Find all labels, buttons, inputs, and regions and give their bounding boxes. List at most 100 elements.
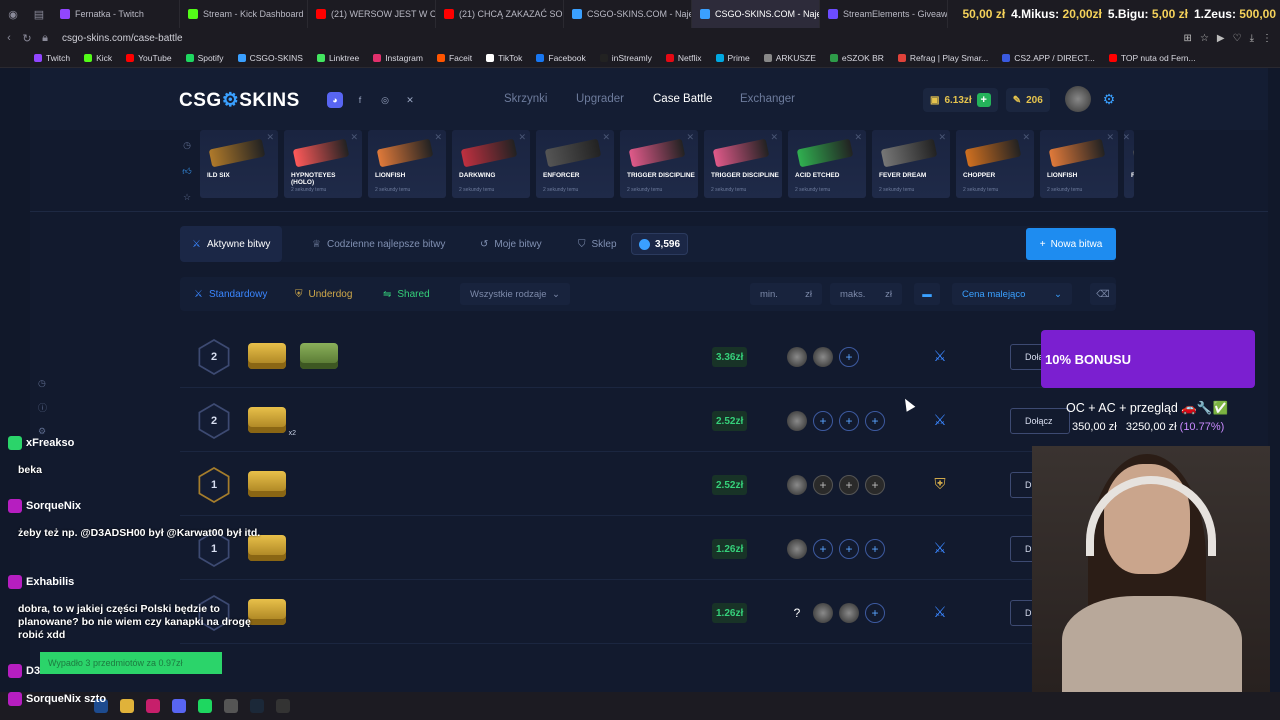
steam-icon[interactable] xyxy=(250,699,264,713)
new-battle-button[interactable]: + Nowa bitwa xyxy=(1026,228,1116,260)
power-icon[interactable] xyxy=(276,699,290,713)
close-icon[interactable]: ✕ xyxy=(518,132,526,143)
close-icon[interactable]: ✕ xyxy=(686,132,694,143)
bookmark-item[interactable]: Netflix xyxy=(665,53,702,63)
bookmark-item[interactable]: ARKUSZE xyxy=(763,53,816,63)
nav-case-battle[interactable]: Case Battle xyxy=(653,93,712,105)
join-slot-plus-icon[interactable]: + xyxy=(839,539,859,559)
battle-row[interactable]: 2 3.36zł + ⚔ Dołącz xyxy=(180,326,1116,388)
tab-daily-best[interactable]: ♕ Codzienne najlepsze bitwy xyxy=(300,226,457,262)
spotify-icon[interactable] xyxy=(198,699,212,713)
bookmark-item[interactable]: Spotify xyxy=(185,53,224,63)
close-icon[interactable]: ✕ xyxy=(350,132,358,143)
browser-tab[interactable]: Fernatka - Twitch xyxy=(52,0,180,28)
clock-icon[interactable]: ◷ xyxy=(183,140,191,151)
bookmark-star-icon[interactable]: ☆ xyxy=(1200,33,1209,44)
bookmark-item[interactable]: Twitch xyxy=(34,53,70,63)
browser-tab[interactable]: CSGO-SKINS.COM - Naje xyxy=(692,0,820,28)
bookmark-item[interactable]: Linktree xyxy=(316,53,359,63)
nav-skrzynki[interactable]: Skrzynki xyxy=(504,93,547,105)
join-slot-plus-icon[interactable]: + xyxy=(813,475,833,495)
drop-card[interactable]: ✕ ACID ETCHED 2 sekundy temu xyxy=(788,130,866,198)
drop-card[interactable]: ✕ LIONFISH 2 sekundy temu xyxy=(368,130,446,198)
close-icon[interactable]: ✕ xyxy=(1124,132,1130,143)
reload-icon[interactable]: ↻ xyxy=(18,32,36,45)
join-slot-plus-icon[interactable]: + xyxy=(865,411,885,431)
sort-select[interactable]: Cena malejąco ⌄ xyxy=(952,283,1072,305)
extension-icon[interactable]: ⊞ xyxy=(1184,33,1192,44)
bookmark-item[interactable]: Instagram xyxy=(373,53,423,63)
tab-my-battles[interactable]: ↺ Moje bitwy xyxy=(468,226,554,262)
bookmark-item[interactable]: TikTok xyxy=(486,53,522,63)
browser-tab[interactable]: CSGO-SKINS.COM - Naje xyxy=(564,0,692,28)
battle-row[interactable]: 1 1.26zł + + + ⚔ D xyxy=(180,518,1116,580)
battle-row[interactable]: 1.26zł? + ⚔ D xyxy=(180,582,1116,644)
bookmark-item[interactable]: eSZOK BR xyxy=(829,53,884,63)
browser-tab[interactable]: (21) CHCĄ ZAKAZAĆ SOC xyxy=(436,0,564,28)
drop-card[interactable]: ✕ TRIGGER DISCIPLINE 2 sekundy temu xyxy=(620,130,698,198)
browser-tab[interactable]: (21) WERSOW JEST W CI xyxy=(308,0,436,28)
join-slot-plus-icon[interactable]: + xyxy=(839,475,859,495)
folder-icon[interactable] xyxy=(120,699,134,713)
play-icon[interactable]: ▶ xyxy=(1217,33,1225,44)
close-icon[interactable]: ✕ xyxy=(602,132,610,143)
join-slot-plus-icon[interactable]: + xyxy=(839,347,859,367)
bookmark-item[interactable]: TOP nuta od Fern... xyxy=(1108,53,1196,63)
bookmark-item[interactable]: inStreamly xyxy=(599,53,652,63)
site-logo[interactable]: CSG⚙SKINS xyxy=(179,89,300,112)
drop-card[interactable]: ✕ HYPNOTEYES (HOLO) 2 sekundy temu xyxy=(284,130,362,198)
mode-standard[interactable]: ⚔ Standardowy xyxy=(194,277,267,311)
browser-icon[interactable] xyxy=(146,699,160,713)
drop-card[interactable]: ✕ ILD SIX xyxy=(200,130,278,198)
join-slot-plus-icon[interactable]: + xyxy=(839,411,859,431)
balance-box[interactable]: ▣ 6.13zł + xyxy=(923,88,998,112)
back-icon[interactable]: ‹ xyxy=(0,32,18,44)
view-toggle-icon[interactable]: ▬ xyxy=(914,283,940,305)
battle-row[interactable]: 1 2.52zł + + + ⛨ D xyxy=(180,454,1116,516)
join-slot-plus-icon[interactable]: + xyxy=(813,539,833,559)
join-slot-plus-icon[interactable]: + xyxy=(865,603,885,623)
join-slot-plus-icon[interactable]: + xyxy=(865,475,885,495)
min-price-input[interactable]: min. zł xyxy=(750,283,822,305)
settings-gear-icon[interactable]: ⚙ xyxy=(1101,91,1117,107)
info-icon[interactable]: ⓘ xyxy=(38,401,47,414)
deposit-plus-icon[interactable]: + xyxy=(976,93,991,107)
x-icon[interactable]: ✕ xyxy=(402,92,418,108)
close-icon[interactable]: ✕ xyxy=(854,132,862,143)
close-icon[interactable]: ✕ xyxy=(1106,132,1114,143)
bookmark-item[interactable]: Facebook xyxy=(536,53,586,63)
drop-card[interactable]: ✕ CHOPPER 2 sekundy temu xyxy=(956,130,1034,198)
workspace-icon[interactable]: ◉ xyxy=(0,8,26,21)
mode-shared[interactable]: ⇋ Shared xyxy=(383,277,430,311)
coins-balance[interactable]: 3,596 xyxy=(631,233,689,255)
bookmark-item[interactable]: YouTube xyxy=(126,53,172,63)
menu-icon[interactable]: ⋮ xyxy=(1262,33,1272,44)
nav-upgrader[interactable]: Upgrader xyxy=(576,93,624,105)
close-icon[interactable]: ✕ xyxy=(1022,132,1030,143)
sidebar-icon[interactable]: ▤ xyxy=(26,8,52,21)
reset-filters-icon[interactable]: ⌫ xyxy=(1090,283,1116,305)
join-slot-plus-icon[interactable]: + xyxy=(865,539,885,559)
points-box[interactable]: ✎ 206 xyxy=(1005,88,1050,112)
thumb-up-icon[interactable]: 👍︎ xyxy=(182,166,191,177)
download-icon[interactable]: ⤓ xyxy=(1250,33,1254,44)
close-icon[interactable]: ✕ xyxy=(938,132,946,143)
drop-card[interactable]: ✕ TRIGGER DISCIPLINE 2 sekundy temu xyxy=(704,130,782,198)
browser-tab[interactable]: Stream - Kick Dashboard xyxy=(180,0,308,28)
obs-icon[interactable] xyxy=(224,699,238,713)
bookmark-item[interactable]: Prime xyxy=(715,53,750,63)
kind-select[interactable]: Wszystkie rodzaje ⌄ xyxy=(460,283,570,305)
star-icon[interactable]: ☆ xyxy=(183,192,191,203)
browser-tab[interactable]: StreamElements - Giveaw xyxy=(820,0,948,28)
close-icon[interactable]: ✕ xyxy=(266,132,274,143)
nav-exchanger[interactable]: Exchanger xyxy=(740,93,795,105)
drop-card[interactable]: ✕ FEVER DREAM 2 sekundy temu xyxy=(872,130,950,198)
bookmark-item[interactable]: CSGO-SKINS xyxy=(237,53,303,63)
user-avatar[interactable] xyxy=(1065,86,1091,112)
max-price-input[interactable]: maks. zł xyxy=(830,283,902,305)
join-slot-plus-icon[interactable]: + xyxy=(813,411,833,431)
discord-icon[interactable] xyxy=(172,699,186,713)
tab-shop[interactable]: ⛉ Sklep xyxy=(566,226,629,262)
battle-row[interactable]: 2 x2 2.52zł + + + ⚔ Dołącz xyxy=(180,390,1116,452)
close-icon[interactable]: ✕ xyxy=(434,132,442,143)
